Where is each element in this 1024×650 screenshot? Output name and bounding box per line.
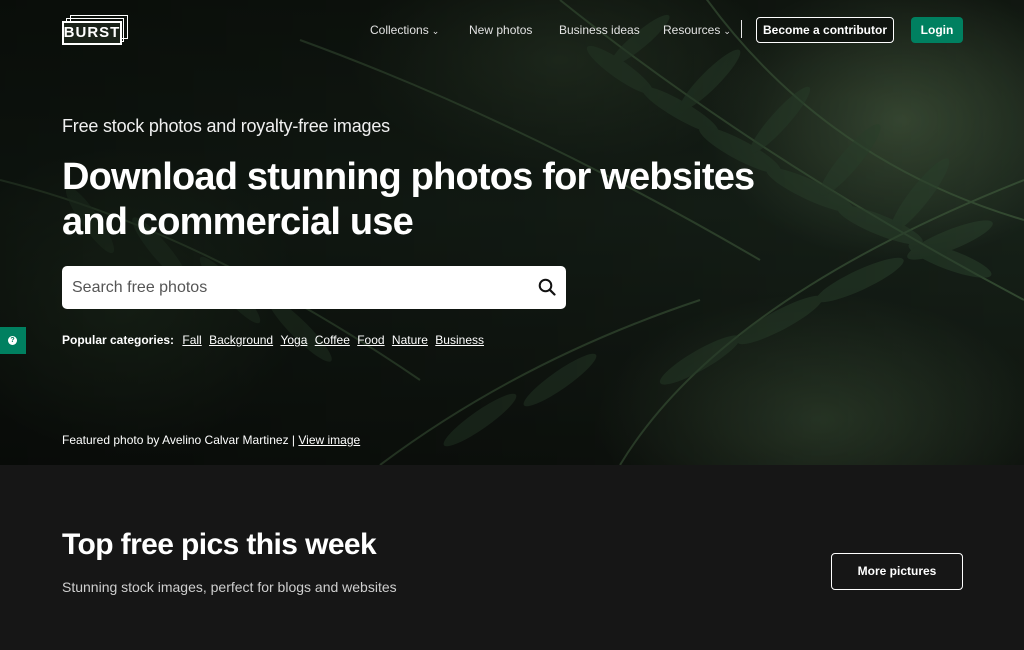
search-input[interactable] (72, 266, 512, 309)
nav-new-photos-label: New photos (469, 23, 533, 37)
feedback-tab[interactable]: ? (0, 327, 26, 354)
logo-text: BURST (63, 24, 121, 41)
nav-business-ideas-label: Business ideas (559, 23, 640, 37)
top-pics-subtitle: Stunning stock images, perfect for blogs… (62, 579, 397, 595)
chevron-down-icon: ⌄ (723, 26, 731, 36)
category-link-coffee[interactable]: Coffee (315, 333, 350, 347)
chevron-down-icon: ⌄ (431, 26, 440, 36)
burst-logo[interactable]: BURST (62, 15, 130, 47)
popular-categories: Popular categories: Fall Background Yoga… (62, 332, 486, 348)
view-image-link[interactable]: View image (298, 433, 360, 447)
category-link-nature[interactable]: Nature (392, 333, 428, 347)
nav-collections-label: Collections (370, 23, 429, 37)
nav-collections[interactable]: Collections ⌄ (370, 20, 439, 40)
hero-eyebrow: Free stock photos and royalty-free image… (62, 116, 390, 136)
photo-credit: Featured photo by Avelino Calvar Martine… (62, 432, 360, 448)
hero-section: BURST Collections ⌄ New photos Business i… (0, 0, 1024, 465)
become-contributor-button[interactable]: Become a contributor (756, 17, 894, 43)
login-button[interactable]: Login (911, 17, 963, 43)
category-link-business[interactable]: Business (435, 333, 484, 347)
category-link-background[interactable]: Background (209, 333, 273, 347)
nav-resources[interactable]: Resources ⌄ (663, 20, 731, 40)
nav-business-ideas[interactable]: Business ideas (559, 20, 640, 40)
nav-resources-label: Resources (663, 23, 721, 37)
category-link-food[interactable]: Food (357, 333, 384, 347)
category-link-fall[interactable]: Fall (182, 333, 201, 347)
category-link-yoga[interactable]: Yoga (280, 333, 307, 347)
nav-new-photos[interactable]: New photos (469, 20, 532, 40)
more-pictures-button[interactable]: More pictures (831, 553, 963, 590)
nav-divider (741, 20, 742, 38)
top-pics-title: Top free pics this week (62, 528, 377, 561)
hero-headline: Download stunning photos for websites an… (62, 156, 755, 243)
popular-categories-label: Popular categories: (62, 333, 175, 347)
photo-credit-text: Featured photo by Avelino Calvar Martine… (62, 433, 296, 447)
search-icon[interactable] (538, 278, 556, 296)
search-bar (62, 266, 566, 309)
feedback-icon: ? (8, 336, 17, 345)
top-pics-section: Top free pics this week Stunning stock i… (0, 465, 1024, 650)
